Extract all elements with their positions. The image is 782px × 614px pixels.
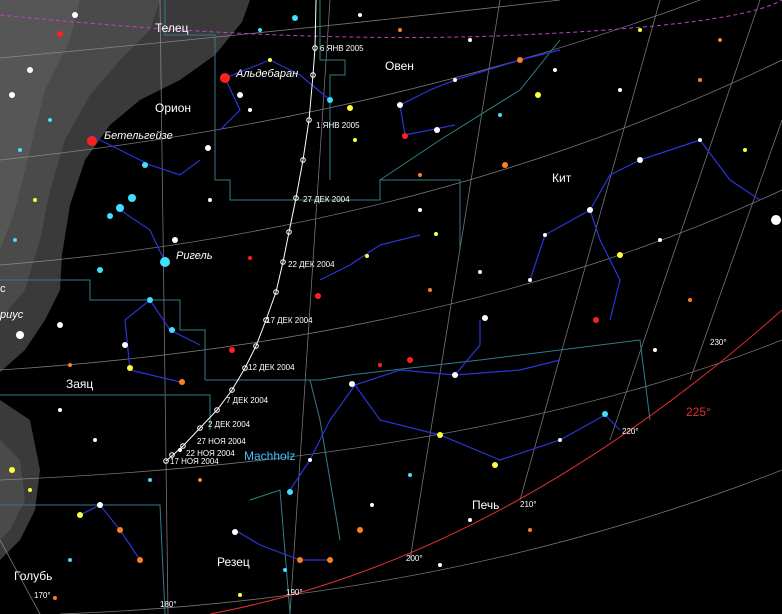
date-label: 27 ДЕК 2004 [303, 195, 350, 204]
date-label: 1 ЯНВ 2005 [316, 121, 360, 130]
date-label: 7 ДЕК 2004 [226, 396, 269, 405]
label-fornax: Печь [472, 498, 499, 512]
label-betelgeuse: Бетельгейзе [104, 130, 173, 142]
azimuth-tick-label: 180° [160, 600, 177, 609]
label-rigel: Ригель [176, 250, 213, 262]
label-cetus: Кит [552, 171, 572, 185]
azimuth-tick-label: 230° [710, 338, 727, 347]
label-caelum: Резец [217, 555, 250, 569]
azimuth-tick-label: 190° [286, 588, 303, 597]
azimuth-tick-label: 210° [520, 500, 537, 509]
comet-name-label: Machholz [244, 449, 295, 463]
date-label: 27 НОЯ 2004 [197, 437, 246, 446]
date-label: 22 ДЕК 2004 [288, 260, 335, 269]
label-taurus: Телец [155, 21, 189, 35]
date-label: 6 ЯНВ 2005 [320, 44, 364, 53]
label-lepus: Заяц [66, 377, 93, 391]
azimuth-tick-label: 220° [622, 427, 639, 436]
horizon-azimuth-label: 225° [686, 405, 711, 419]
label-orion: Орион [155, 101, 191, 115]
sky-chart[interactable]: Телец Овен Орион Кит Заяц Печь Резец Гол… [0, 0, 782, 614]
date-label: 12 ДЕК 2004 [248, 363, 295, 372]
label-aries: Овен [385, 59, 414, 73]
azimuth-tick-label: 200° [406, 554, 423, 563]
label-partial-sirius: риус [0, 309, 24, 321]
label-partial-edge: с [0, 283, 6, 295]
azimuth-tick-label: 170° [34, 591, 51, 600]
label-columba: Голубь [14, 569, 52, 583]
date-label: 2 ДЕК 2004 [208, 420, 251, 429]
date-label: 17 НОЯ 2004 [170, 457, 219, 466]
label-aldebaran: Альдебаран [235, 68, 298, 80]
date-label: 17 ДЕК 2004 [266, 316, 313, 325]
